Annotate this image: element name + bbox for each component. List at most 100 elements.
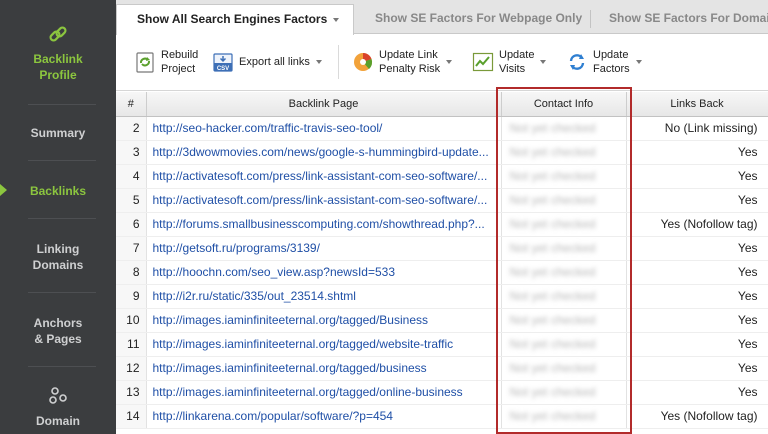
contact-info-cell: Not yet checked [501,356,627,381]
sidebar-item-linking-domains[interactable]: Linking Domains [0,241,116,273]
backlink-page-link[interactable]: http://3dwowmovies.com/news/google-s-hum… [146,140,502,165]
contact-info-value: Not yet checked [509,241,596,255]
contact-info-cell: Not yet checked [501,284,627,309]
column-header-backlink-page[interactable]: Backlink Page [146,92,502,117]
table-row[interactable]: 10 http://images.iaminfiniteeternal.org/t… [116,308,768,333]
contact-info-value: Not yet checked [509,193,596,207]
links-back-cell: Yes [626,356,768,381]
contact-info-value: Not yet checked [509,265,596,279]
contact-info-value: Not yet checked [509,313,596,327]
tab-se-factors-domain[interactable]: Show SE Factors For Domain [609,4,768,34]
export-all-links-button[interactable]: CSV Export all links [212,46,322,78]
column-header-number[interactable]: # [116,92,147,117]
csv-export-icon: CSV [213,53,233,72]
row-number: 12 [116,356,147,381]
chevron-down-icon[interactable] [315,60,322,64]
contact-info-cell: Not yet checked [501,236,627,261]
sidebar-item-domain[interactable]: Domain [0,413,116,429]
sidebar-divider [28,366,96,367]
update-link-penalty-risk-button[interactable]: Update Link Penalty Risk [352,46,453,78]
toolbar: Rebuild Project CSV Export all links Upda… [116,35,768,91]
contact-info-cell: Not yet checked [501,164,627,189]
contact-info-value: Not yet checked [509,169,596,183]
table-row[interactable]: 5 http://activatesoft.com/press/link-assi… [116,188,768,213]
chevron-down-icon[interactable] [635,60,642,64]
links-back-cell: Yes [626,140,768,165]
table-row[interactable]: 7 http://getsoft.ru/programs/3139/Not yet… [116,236,768,261]
table-row[interactable]: 2 http://seo-hacker.com/traffic-travis-se… [116,116,768,141]
table-row[interactable]: 4 http://activatesoft.com/press/link-assi… [116,164,768,189]
backlink-page-link[interactable]: http://hoochn.com/seo_view.asp?newsId=53… [146,260,502,285]
backlink-page-link[interactable]: http://i2r.ru/static/335/out_23514.shtml [146,284,502,309]
update-visits-button[interactable]: Update Visits [472,46,547,78]
rebuild-icon [136,52,154,73]
sidebar-item-backlink-profile[interactable]: Backlink Profile [0,51,116,83]
chevron-down-icon[interactable] [446,60,453,64]
rebuild-project-button[interactable]: Rebuild Project [134,46,198,78]
contact-info-cell: Not yet checked [501,308,627,333]
update-factors-button[interactable]: Update Factors [566,46,642,78]
contact-info-cell: Not yet checked [501,140,627,165]
chevron-down-icon[interactable] [540,60,547,64]
tab-divider [590,10,591,28]
table-row[interactable]: 12 http://images.iaminfiniteeternal.org/t… [116,356,768,381]
export-all-links-label: Export all links [239,56,310,68]
tab-se-factors-webpage[interactable]: Show SE Factors For Webpage Only [375,4,582,34]
links-back-cell: Yes [626,380,768,405]
row-number: 3 [116,140,147,165]
table-row[interactable]: 11 http://images.iaminfiniteeternal.org/t… [116,332,768,357]
row-number: 11 [116,332,147,357]
links-back-cell: Yes [626,332,768,357]
backlink-page-link[interactable]: http://images.iaminfiniteeternal.org/tag… [146,380,502,405]
update-visits-label: Update Visits [499,49,535,75]
table-row[interactable]: 3 http://3dwowmovies.com/news/google-s-hu… [116,140,768,165]
column-header-contact-info[interactable]: Contact Info [501,92,627,117]
sidebar-item-anchors-pages[interactable]: Anchors & Pages [0,315,116,347]
row-number: 5 [116,188,147,213]
toolbar-divider [338,45,339,79]
row-number: 13 [116,380,147,405]
backlink-page-link[interactable]: http://getsoft.ru/programs/3139/ [146,236,502,261]
row-number: 4 [116,164,147,189]
chevron-down-icon[interactable] [333,17,340,22]
contact-info-value: Not yet checked [509,385,596,399]
links-back-cell: No (Link missing) [626,116,768,141]
table-row[interactable]: 9 http://i2r.ru/static/335/out_23514.shtm… [116,284,768,309]
row-number: 6 [116,212,147,237]
table-row[interactable]: 14 http://linkarena.com/popular/software/… [116,404,768,429]
contact-info-value: Not yet checked [509,409,596,423]
contact-info-value: Not yet checked [509,217,596,231]
links-back-cell: Yes [626,164,768,189]
backlink-page-link[interactable]: http://images.iaminfiniteeternal.org/tag… [146,332,502,357]
table-row[interactable]: 8 http://hoochn.com/seo_view.asp?newsId=5… [116,260,768,285]
backlink-page-link[interactable]: http://activatesoft.com/press/link-assis… [146,164,502,189]
backlink-page-link[interactable]: http://activatesoft.com/press/link-assis… [146,188,502,213]
column-header-links-back[interactable]: Links Back [626,92,768,117]
contact-info-value: Not yet checked [509,145,596,159]
domain-nodes-icon [49,387,67,404]
row-number: 10 [116,308,147,333]
links-back-cell: Yes [626,284,768,309]
contact-info-cell: Not yet checked [501,404,627,429]
table-header-row: # Backlink Page Contact Info Links Back [116,92,768,117]
svg-text:CSV: CSV [217,66,229,72]
tab-bar: Show All Search Engines Factors Show SE … [116,0,768,35]
links-back-cell: Yes [626,308,768,333]
backlink-page-link[interactable]: http://linkarena.com/popular/software/?p… [146,404,502,429]
row-number: 14 [116,404,147,429]
penalty-risk-icon [354,52,373,71]
sidebar-divider [28,160,96,161]
backlink-page-link[interactable]: http://seo-hacker.com/traffic-travis-seo… [146,116,502,141]
update-factors-label: Update Factors [593,49,630,75]
backlink-page-link[interactable]: http://images.iaminfiniteeternal.org/tag… [146,308,502,333]
backlink-page-link[interactable]: http://images.iaminfiniteeternal.org/tag… [146,356,502,381]
backlink-page-link[interactable]: http://forums.smallbusinesscomputing.com… [146,212,502,237]
sidebar-item-backlinks[interactable]: Backlinks [0,183,116,199]
table-row[interactable]: 13 http://images.iaminfiniteeternal.org/t… [116,380,768,405]
table-row[interactable]: 6 http://forums.smallbusinesscomputing.co… [116,212,768,237]
links-back-cell: Yes [626,236,768,261]
tab-all-se-factors[interactable]: Show All Search Engines Factors [116,4,354,35]
contact-info-cell: Not yet checked [501,260,627,285]
links-back-cell: Yes [626,188,768,213]
sidebar-item-summary[interactable]: Summary [0,125,116,141]
